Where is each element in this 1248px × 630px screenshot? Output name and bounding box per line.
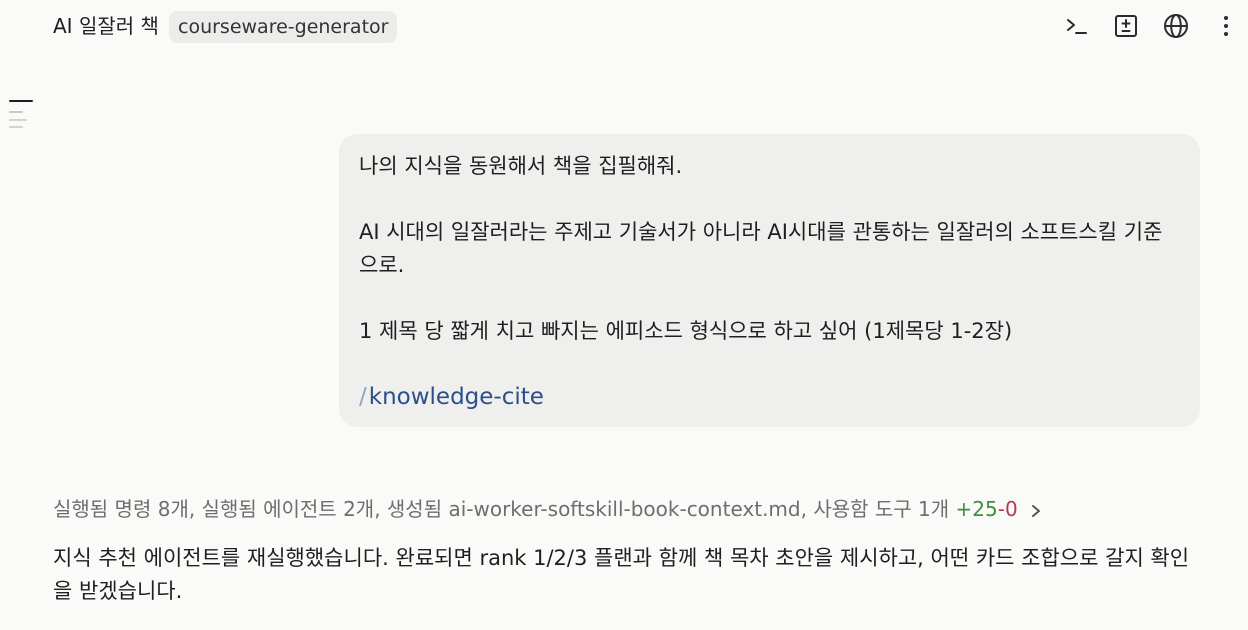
globe-button[interactable] — [1162, 12, 1190, 40]
user-message-line: 1 제목 당 짧게 치고 빠지는 에피소드 형식으로 하고 싶어 (1제목당 1… — [359, 319, 1013, 343]
outline-nav-icon[interactable] — [9, 99, 35, 131]
activity-summary-text: 실행됨 명령 8개, 실행됨 에이전트 2개, 생성됨 ai-worker-so… — [53, 497, 950, 521]
terminal-icon — [1067, 19, 1087, 34]
user-message-line: 나의 지식을 동원해서 책을 집필해줘. — [359, 154, 683, 178]
activity-summary[interactable]: 실행됨 명령 8개, 실행됨 에이전트 2개, 생성됨 ai-worker-so… — [53, 493, 1044, 525]
project-tag[interactable]: courseware-generator — [169, 11, 398, 43]
more-button[interactable] — [1212, 12, 1240, 40]
lines-removed: -0 — [997, 497, 1018, 521]
globe-icon — [1164, 14, 1188, 38]
more-vertical-icon — [1224, 16, 1228, 36]
diff-icon — [1115, 15, 1137, 37]
user-message-line: AI 시대의 일잘러라는 주제고 기술서가 아니라 AI시대를 관통하는 일잘러… — [359, 220, 1163, 277]
slash-glyph: / — [359, 384, 367, 410]
chevron-right-icon — [1032, 504, 1041, 517]
slash-command[interactable]: /knowledge-cite — [359, 381, 1180, 414]
header: AI 일잘러 책 courseware-generator — [0, 0, 1248, 56]
user-message: 나의 지식을 동원해서 책을 집필해줘. AI 시대의 일잘러라는 주제고 기술… — [339, 134, 1200, 427]
terminal-button[interactable] — [1063, 12, 1091, 40]
page-title: AI 일잘러 책 — [53, 14, 159, 38]
lines-added: +25 — [955, 497, 998, 521]
command-name: knowledge-cite — [368, 384, 544, 410]
assistant-reply: 지식 추천 에이전트를 재실행했습니다. 완료되면 rank 1/2/3 플랜과… — [53, 546, 1190, 603]
diff-button[interactable] — [1112, 12, 1140, 40]
